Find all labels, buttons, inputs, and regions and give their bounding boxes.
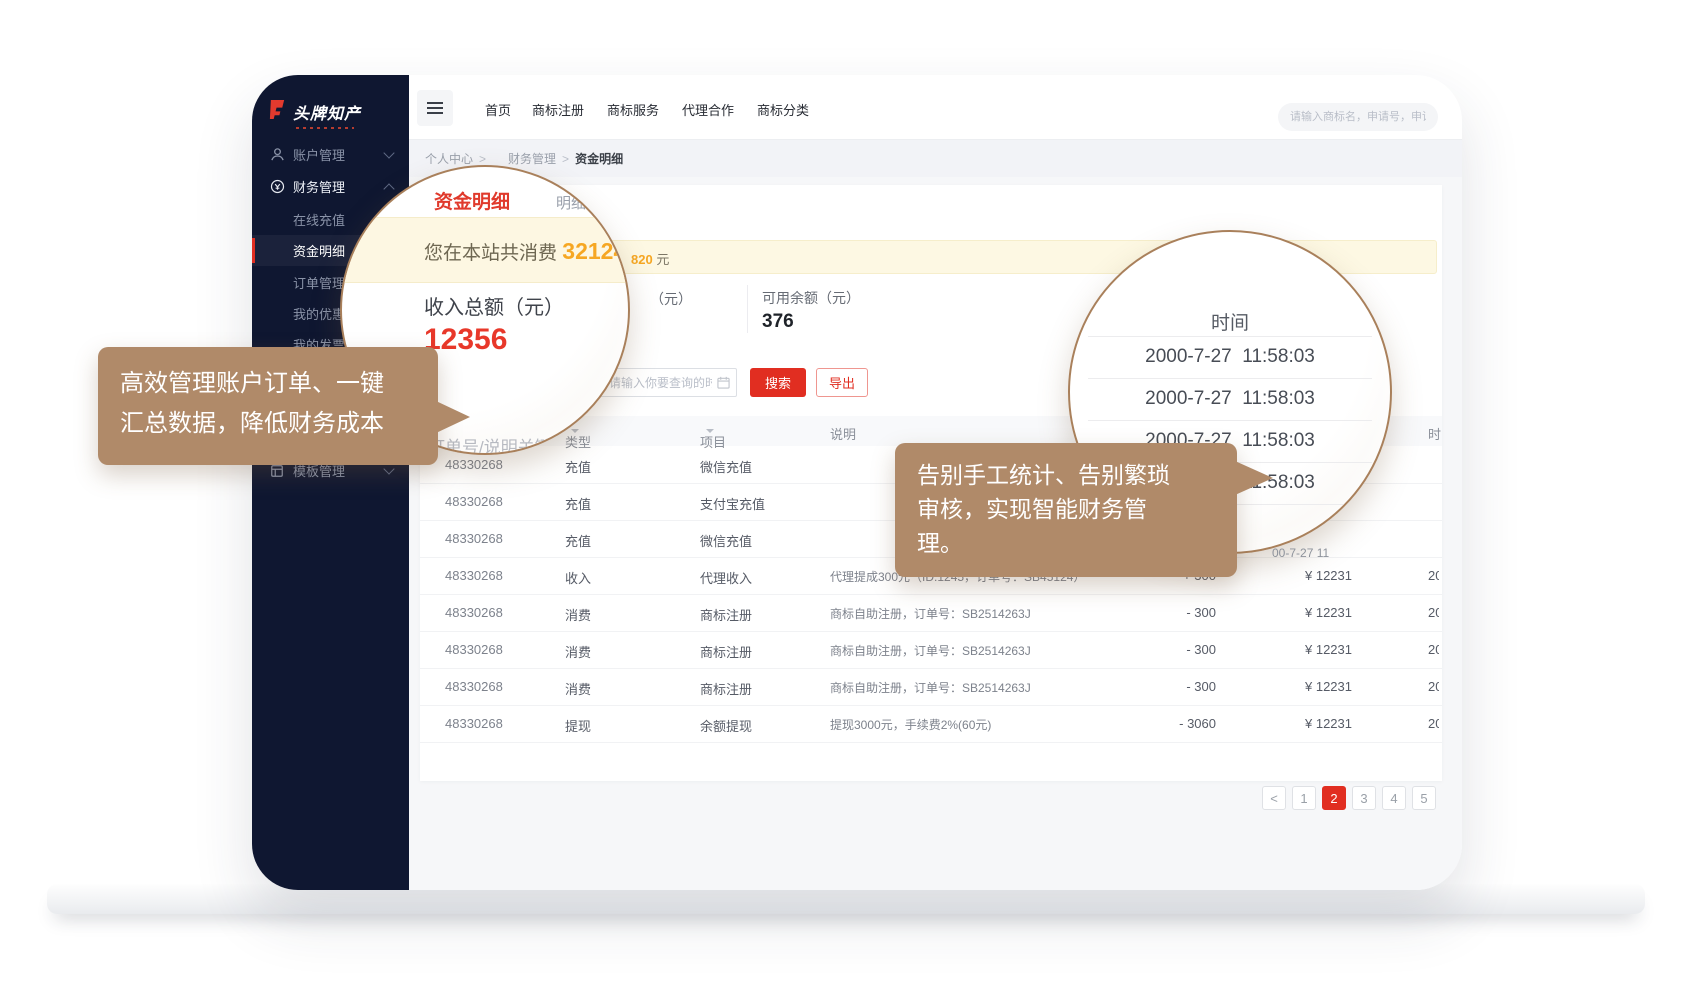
chevron-down-icon xyxy=(383,147,394,158)
breadcrumb-separator: > xyxy=(479,152,486,166)
top-nav: 首页 商标注册 商标服务 代理合作 商标分类 xyxy=(409,75,1462,140)
balance-value: 376 xyxy=(762,311,794,333)
nav-item-agency[interactable]: 代理合作 xyxy=(682,100,734,119)
breadcrumb-separator: > xyxy=(562,152,569,166)
column-desc: 说明 xyxy=(830,424,856,443)
hamburger-menu-icon[interactable] xyxy=(417,90,453,126)
balance-label: 可用余额（元） xyxy=(762,288,860,308)
pagination-page-4[interactable]: 4 xyxy=(1382,786,1406,810)
breadcrumb-current: 资金明细 xyxy=(575,150,623,167)
nav-item-category[interactable]: 商标分类 xyxy=(757,100,809,119)
chevron-down-icon xyxy=(383,463,394,474)
expense-label-fragment: （元） xyxy=(650,289,692,309)
callout-right-arrow xyxy=(1235,461,1273,495)
banner-amount-fragment: 820 元 xyxy=(631,249,669,268)
table-row: 48330268 提现 余额提现 提现3000元，手续费2%(60元) - 30… xyxy=(420,705,1442,743)
callout-left: 高效管理账户订单、一键 汇总数据，降低财务成本 xyxy=(98,347,438,465)
user-icon xyxy=(270,147,286,162)
divider xyxy=(747,285,748,333)
sidebar: 头牌知产 账户管理 财务管理 在线充值 资金明细 xyxy=(252,75,409,890)
divider xyxy=(1088,336,1372,337)
export-button[interactable]: 导出 xyxy=(816,368,868,397)
table-row: 48330268 消费 商标注册 商标自助注册，订单号：SB2514263J -… xyxy=(420,631,1442,669)
template-icon xyxy=(270,464,286,478)
sidebar-item-account[interactable]: 账户管理 xyxy=(252,139,409,170)
divider xyxy=(1088,378,1372,379)
finance-icon xyxy=(270,179,286,194)
magnified-income-label: 收入总额（元） xyxy=(424,291,564,320)
calendar-icon xyxy=(717,376,730,389)
column-time: 时间 xyxy=(1428,424,1441,443)
breadcrumb: 个人中心 > 财务管理 > 资金明细 xyxy=(409,140,1462,177)
brand-logo[interactable]: 头牌知产 xyxy=(268,99,361,125)
nav-item-register[interactable]: 商标注册 xyxy=(532,100,584,119)
column-item[interactable]: 项目 xyxy=(700,424,714,439)
nav-item-service[interactable]: 商标服务 xyxy=(607,100,659,119)
search-button[interactable]: 搜索 xyxy=(750,368,806,397)
magnified-active-tab: 资金明细 xyxy=(434,187,510,214)
magnified-filter-placeholder: 订单号/说明关键 xyxy=(428,433,552,455)
pagination-prev-button[interactable]: < xyxy=(1262,786,1286,810)
callout-left-arrow xyxy=(436,401,470,433)
table-row: 48330268 消费 商标注册 商标自助注册，订单号：SB2514263J -… xyxy=(420,668,1442,706)
brand-tagline-dots xyxy=(296,127,354,129)
magnified-tab-fragment: 明细 xyxy=(556,192,586,213)
breadcrumb-item[interactable]: 财务管理 xyxy=(508,150,556,167)
page: 头牌知产 账户管理 财务管理 在线充值 资金明细 xyxy=(0,0,1696,1002)
magnified-time-header: 时间 xyxy=(1070,308,1390,335)
time-fragment-text: 00-7-27 11 xyxy=(1272,546,1329,560)
nav-item-home[interactable]: 首页 xyxy=(485,100,511,119)
pagination-page-1[interactable]: 1 xyxy=(1292,786,1316,810)
magnified-time-row: 2000-7-27 11:58:03 xyxy=(1070,346,1390,368)
callout-right: 告别手工统计、告别繁琐 审核，实现智能财务管 理。 xyxy=(895,443,1237,577)
brand-logo-icon xyxy=(268,99,287,125)
magnified-time-row: 2000-7-27 11:58:03 xyxy=(1070,388,1390,410)
divider xyxy=(1088,420,1372,421)
sidebar-item-finance[interactable]: 财务管理 xyxy=(252,171,409,202)
breadcrumb-item[interactable]: 个人中心 xyxy=(425,150,473,167)
pagination-page-3[interactable]: 3 xyxy=(1352,786,1376,810)
pagination-page-2-active[interactable]: 2 xyxy=(1322,786,1346,810)
pagination-page-5[interactable]: 5 xyxy=(1412,786,1436,810)
search-input[interactable] xyxy=(1278,103,1438,131)
chevron-up-icon xyxy=(383,183,394,194)
brand-name: 头牌知产 xyxy=(293,100,361,124)
table-row: 48330268 消费 商标注册 商标自助注册，订单号：SB2514263J -… xyxy=(420,594,1442,632)
pagination: < 1 2 3 4 5 xyxy=(409,786,1436,810)
magnified-banner-text: 您在本站共消费 32124 元 xyxy=(424,238,630,265)
